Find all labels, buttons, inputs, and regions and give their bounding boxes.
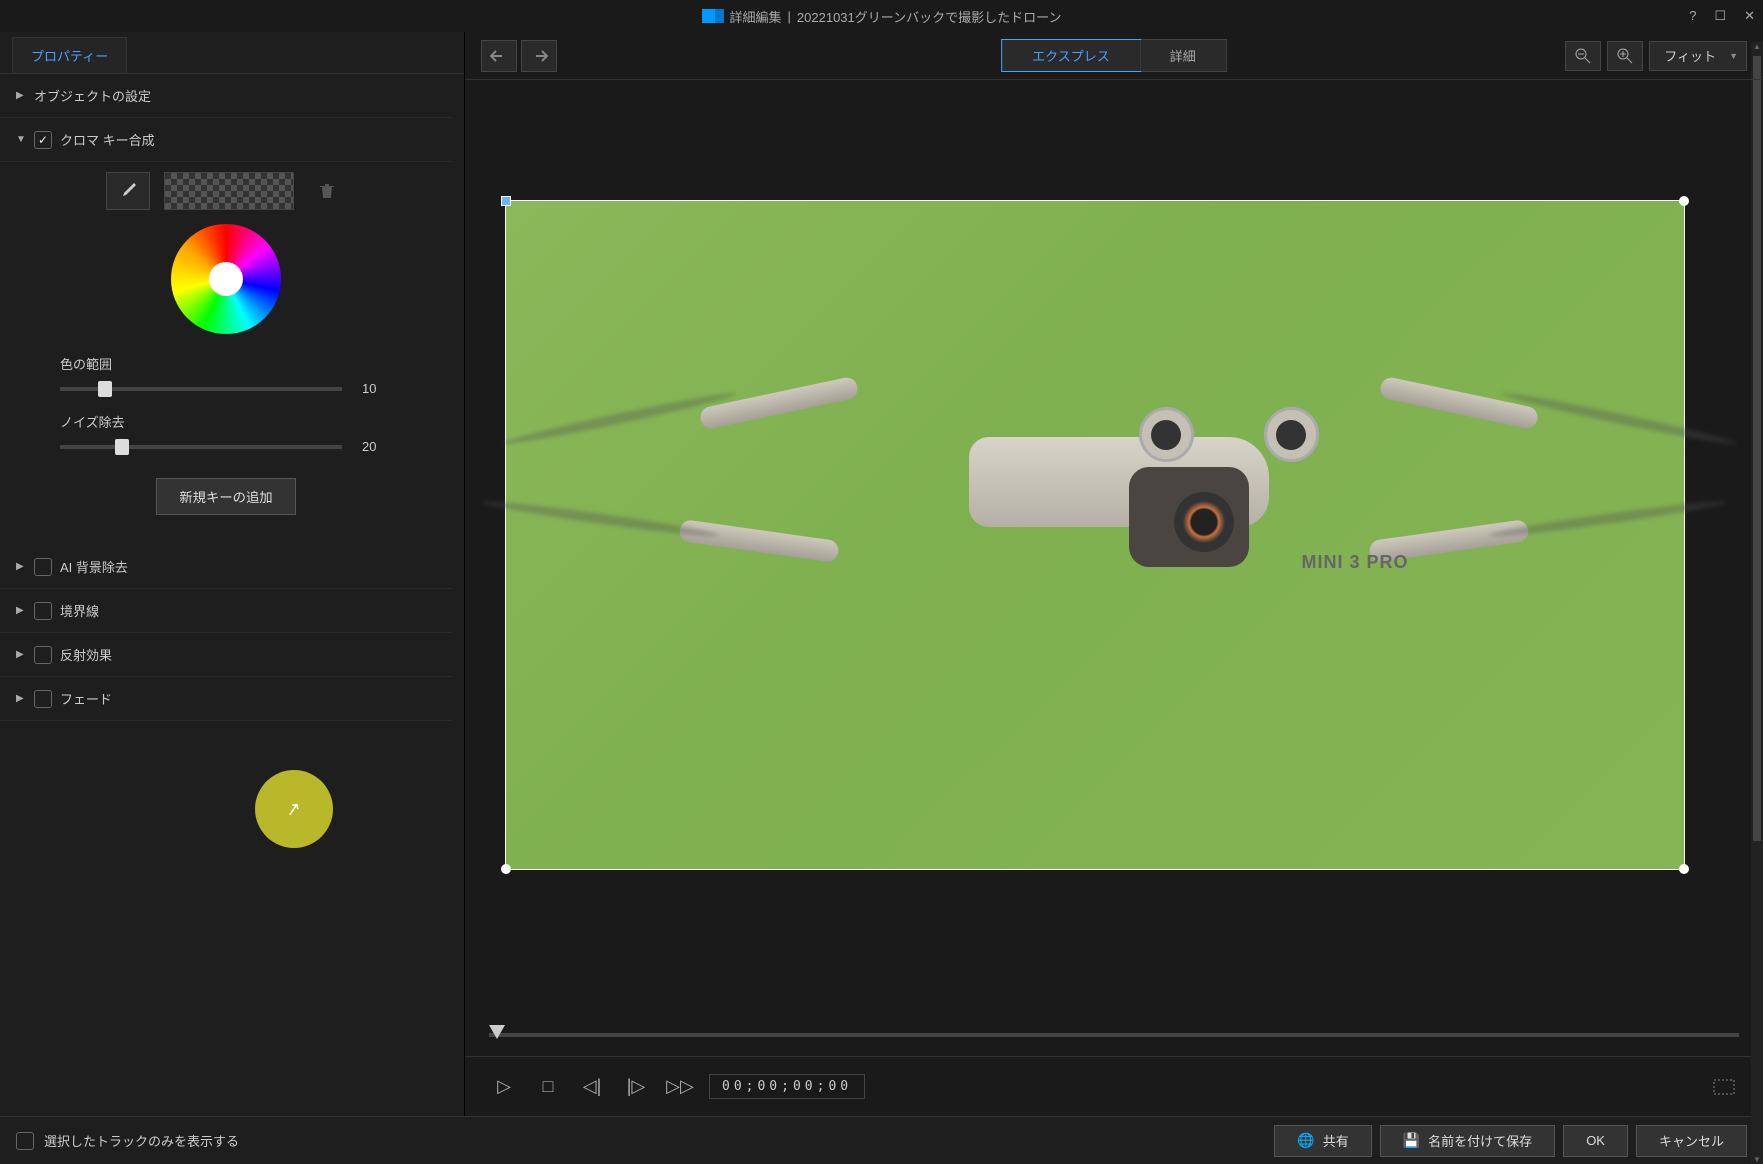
resize-handle-br[interactable] bbox=[1679, 864, 1689, 874]
chevron-right-icon: ▶ bbox=[16, 693, 26, 704]
tab-express[interactable]: エクスプレス bbox=[1001, 39, 1141, 72]
section-label: AI 背景除去 bbox=[60, 557, 128, 576]
crop-icon[interactable] bbox=[1709, 1072, 1739, 1102]
checkbox-show-selected[interactable] bbox=[16, 1132, 34, 1150]
titlebar-title: 詳細編集 | 20221031グリーンバックで撮影したドローン bbox=[702, 7, 1062, 26]
section-ai-bg-remove[interactable]: ▶ AI 背景除去 bbox=[0, 545, 452, 589]
section-object-settings[interactable]: ▶ オブジェクトの設定 bbox=[0, 74, 452, 118]
eyedropper-button[interactable] bbox=[106, 172, 150, 210]
stop-button[interactable]: □ bbox=[533, 1072, 563, 1102]
tab-properties[interactable]: プロパティー bbox=[12, 37, 127, 73]
color-range-value: 10 bbox=[362, 381, 392, 396]
zoom-fit-select[interactable]: フィット bbox=[1649, 41, 1747, 71]
checkbox-chroma[interactable] bbox=[34, 131, 52, 149]
help-icon[interactable]: ? bbox=[1689, 8, 1696, 24]
cancel-button[interactable]: キャンセル bbox=[1636, 1125, 1747, 1157]
section-fade[interactable]: ▶ フェード bbox=[0, 677, 452, 721]
ok-label: OK bbox=[1586, 1133, 1605, 1148]
globe-icon: 🌐 bbox=[1297, 1132, 1314, 1149]
resize-handle-tr[interactable] bbox=[1679, 196, 1689, 206]
footer-bar: 選択したトラックのみを表示する 🌐 共有 💾 名前を付けて保存 OK キャンセル bbox=[0, 1116, 1763, 1164]
app-icon bbox=[702, 9, 724, 23]
filename: 20221031グリーンバックで撮影したドローン bbox=[797, 7, 1062, 26]
app-label: 詳細編集 bbox=[730, 7, 782, 26]
resize-handle-tl[interactable] bbox=[501, 196, 511, 206]
resize-handle-bl[interactable] bbox=[501, 864, 511, 874]
chroma-key-content: 色の範囲 10 ノイズ除去 20 bbox=[0, 162, 452, 545]
chevron-right-icon: ▶ bbox=[16, 561, 26, 572]
timeline-track[interactable] bbox=[489, 1033, 1739, 1037]
color-wheel[interactable] bbox=[171, 224, 281, 334]
checkbox-reflection[interactable] bbox=[34, 646, 52, 664]
undo-button[interactable] bbox=[481, 40, 517, 72]
ok-button[interactable]: OK bbox=[1563, 1125, 1628, 1157]
noise-value: 20 bbox=[362, 439, 392, 454]
section-border[interactable]: ▶ 境界線 bbox=[0, 589, 452, 633]
add-key-button[interactable]: 新規キーの追加 bbox=[156, 478, 295, 515]
chevron-right-icon: ▶ bbox=[16, 649, 26, 660]
cancel-label: キャンセル bbox=[1659, 1131, 1724, 1150]
section-reflection[interactable]: ▶ 反射効果 bbox=[0, 633, 452, 677]
section-label: オブジェクトの設定 bbox=[34, 86, 151, 105]
chevron-right-icon: ▶ bbox=[16, 605, 26, 616]
maximize-icon[interactable]: ☐ bbox=[1714, 8, 1726, 24]
section-label: クロマ キー合成 bbox=[60, 130, 155, 149]
preview-area: エクスプレス 詳細 フィット bbox=[465, 32, 1763, 1116]
noise-label: ノイズ除去 bbox=[60, 412, 392, 431]
redo-button[interactable] bbox=[521, 40, 557, 72]
section-label: 反射効果 bbox=[60, 645, 112, 664]
title-separator: | bbox=[788, 9, 791, 24]
close-icon[interactable]: ✕ bbox=[1744, 8, 1755, 24]
save-as-button[interactable]: 💾 名前を付けて保存 bbox=[1380, 1125, 1555, 1157]
share-label: 共有 bbox=[1323, 1131, 1349, 1150]
color-range-label: 色の範囲 bbox=[60, 354, 392, 373]
chevron-right-icon: ▶ bbox=[16, 90, 26, 101]
color-range-slider[interactable] bbox=[60, 387, 342, 391]
fit-label: フィット bbox=[1664, 46, 1716, 65]
zoom-in-button[interactable] bbox=[1607, 41, 1643, 71]
fast-forward-button[interactable]: ▷▷ bbox=[665, 1072, 695, 1102]
preview-toolbar: エクスプレス 詳細 フィット bbox=[465, 32, 1763, 80]
drone-model-label: MINI 3 PRO bbox=[1302, 552, 1409, 573]
section-label: 境界線 bbox=[60, 601, 99, 620]
save-icon: 💾 bbox=[1403, 1132, 1420, 1149]
section-label: フェード bbox=[60, 689, 112, 708]
preview-frame[interactable]: MINI 3 PRO bbox=[505, 200, 1685, 870]
timeline-playhead[interactable] bbox=[489, 1025, 505, 1039]
delete-key-button[interactable] bbox=[308, 172, 346, 210]
drone-image: MINI 3 PRO bbox=[769, 352, 1469, 612]
play-button[interactable]: ▷ bbox=[489, 1072, 519, 1102]
checkbox-border[interactable] bbox=[34, 602, 52, 620]
next-frame-button[interactable]: |▷ bbox=[621, 1072, 651, 1102]
section-chroma-key[interactable]: ▼ クロマ キー合成 bbox=[0, 118, 452, 162]
save-as-label: 名前を付けて保存 bbox=[1428, 1131, 1532, 1150]
share-button[interactable]: 🌐 共有 bbox=[1274, 1125, 1371, 1157]
noise-slider[interactable] bbox=[60, 445, 342, 449]
chevron-down-icon: ▼ bbox=[16, 134, 26, 145]
properties-panel: プロパティー ▶ オブジェクトの設定 ▼ クロマ キー合成 bbox=[0, 32, 465, 1116]
playback-bar: ▷ □ ◁| |▷ ▷▷ 00;00;00;00 bbox=[465, 1056, 1763, 1116]
titlebar: 詳細編集 | 20221031グリーンバックで撮影したドローン ? ☐ ✕ bbox=[0, 0, 1763, 32]
timeline-bar bbox=[465, 1014, 1763, 1056]
checkbox-fade[interactable] bbox=[34, 690, 52, 708]
tab-detail[interactable]: 詳細 bbox=[1140, 40, 1226, 71]
checkbox-ai-bg[interactable] bbox=[34, 558, 52, 576]
prev-frame-button[interactable]: ◁| bbox=[577, 1072, 607, 1102]
show-selected-label: 選択したトラックのみを表示する bbox=[44, 1131, 239, 1150]
zoom-out-button[interactable] bbox=[1565, 41, 1601, 71]
timecode-display[interactable]: 00;00;00;00 bbox=[709, 1074, 865, 1099]
preview-viewport[interactable]: MINI 3 PRO bbox=[465, 80, 1763, 1014]
picked-color-swatch[interactable] bbox=[164, 172, 294, 210]
